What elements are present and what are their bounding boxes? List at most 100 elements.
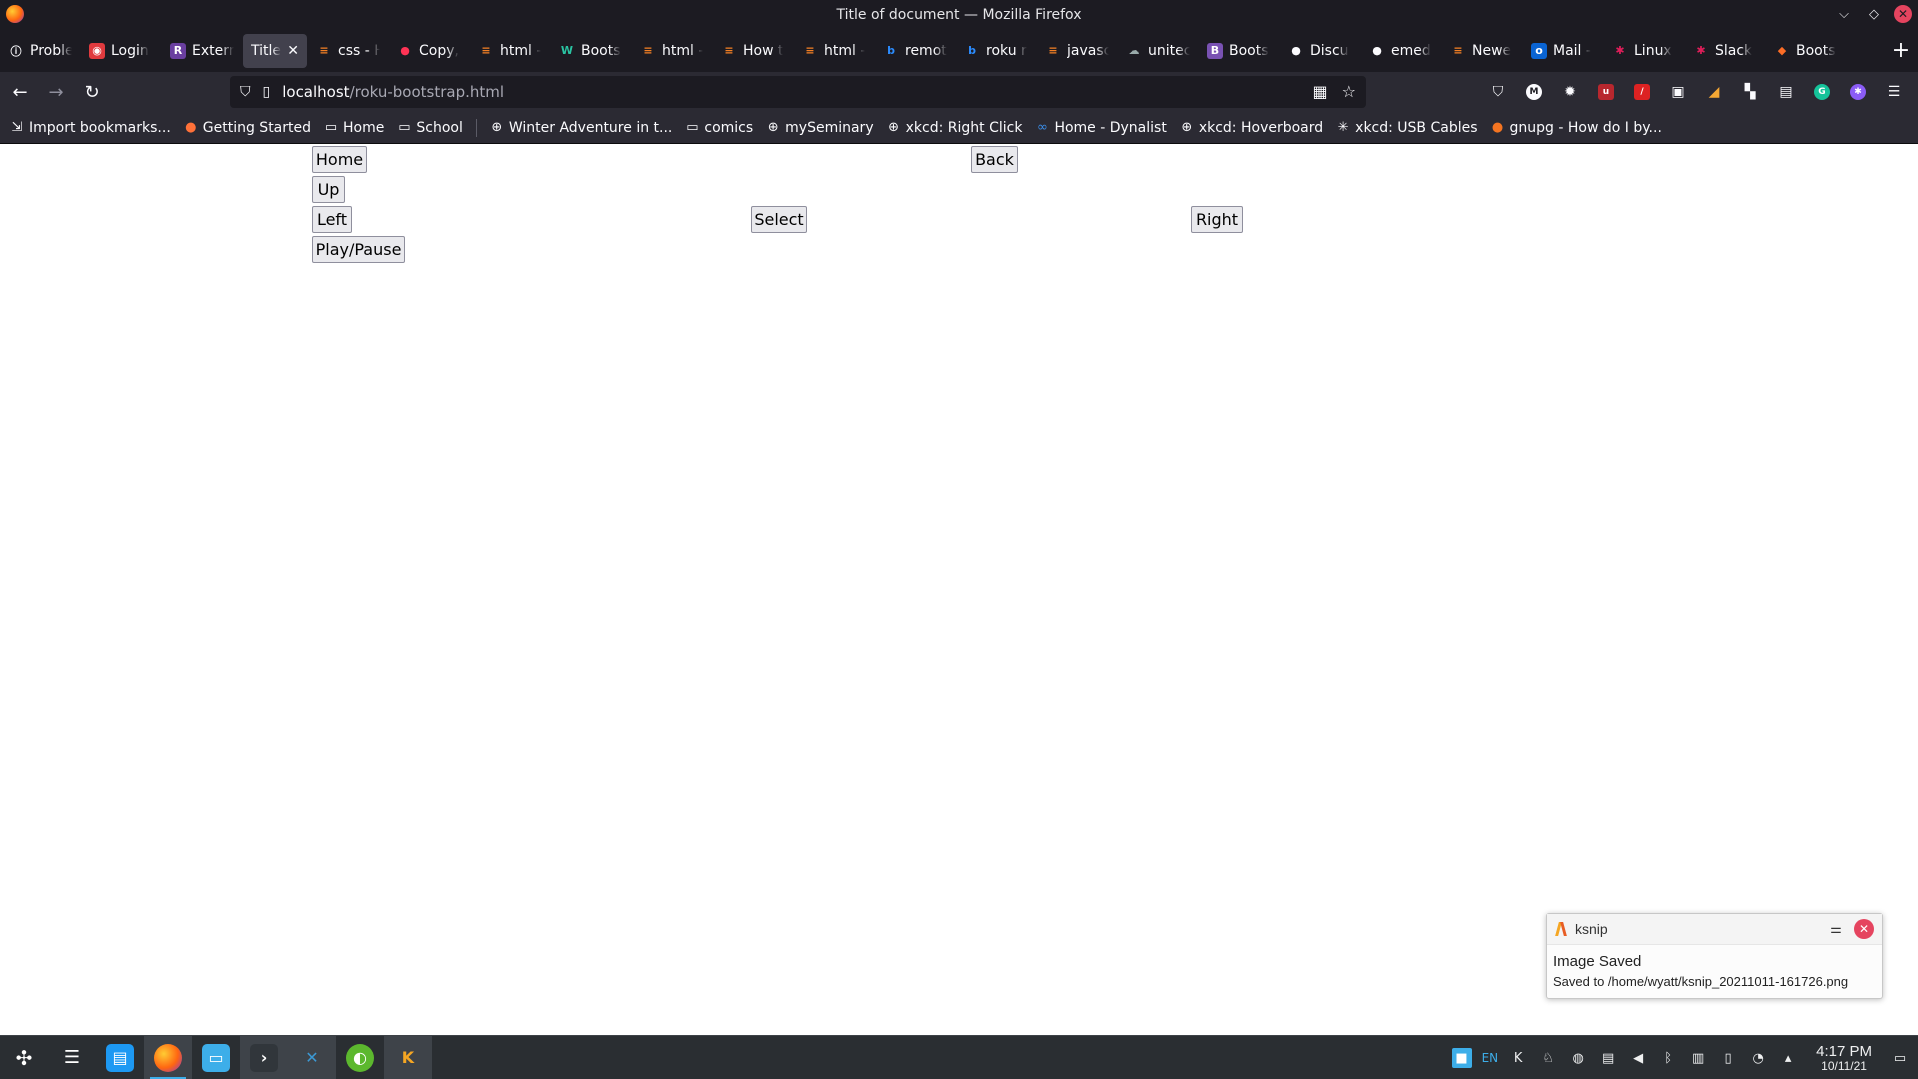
vscode-icon[interactable]: ✕: [288, 1035, 336, 1079]
tab-7[interactable]: W Boots: [551, 34, 631, 68]
tab-1[interactable]: ◉ Login: [81, 34, 161, 68]
tab-14[interactable]: ☁ unitec: [1118, 34, 1198, 68]
url-host[interactable]: localhost: [282, 83, 349, 101]
vpn-tray-icon[interactable]: ◍: [1568, 1048, 1588, 1068]
keyboard-layout-icon[interactable]: ■: [1451, 1048, 1472, 1068]
tab-16[interactable]: ● Discu: [1280, 34, 1360, 68]
grid-icon[interactable]: ▚: [1738, 76, 1762, 108]
tab-2[interactable]: R Extern: [162, 34, 242, 68]
tab-5[interactable]: ● Copy,: [389, 34, 469, 68]
bookmark-star-icon[interactable]: ☆: [1342, 82, 1356, 101]
reload-button[interactable]: ↻: [76, 76, 108, 108]
file-manager-icon[interactable]: ▭: [192, 1036, 240, 1079]
usb-device-icon[interactable]: ▥: [1688, 1048, 1708, 1068]
bookmark-item[interactable]: ● Getting Started: [184, 120, 311, 136]
bookmark-item[interactable]: ⊕ xkcd: Hoverboard: [1180, 120, 1323, 136]
url-path[interactable]: /roku-bootstrap.html: [350, 83, 504, 101]
bookmark-item[interactable]: ▭ comics: [685, 120, 753, 136]
terminal-icon[interactable]: ›: [240, 1035, 288, 1079]
green-app-icon[interactable]: ◐: [336, 1036, 384, 1079]
left-button[interactable]: Left: [312, 206, 352, 233]
tab-label: Extern: [192, 42, 234, 59]
clock[interactable]: 4:17 PM 10/11/21: [1816, 1043, 1872, 1073]
github-icon: ●: [1372, 44, 1382, 57]
info-icon: ⓘ: [10, 44, 22, 58]
tab-12[interactable]: b roku r: [956, 34, 1036, 68]
page-icon[interactable]: ▯: [263, 84, 271, 100]
hex-extension-icon[interactable]: ✱: [1846, 76, 1870, 108]
close-window-button[interactable]: ✕: [1894, 5, 1912, 23]
play-pause-button[interactable]: Play/Pause: [312, 236, 405, 263]
bluetooth-icon[interactable]: ᛒ: [1658, 1048, 1678, 1068]
clipboard-icon[interactable]: ▤: [1598, 1048, 1618, 1068]
battery-icon[interactable]: ▯: [1718, 1048, 1738, 1068]
maximize-button[interactable]: ◇: [1864, 4, 1884, 24]
wifi-icon[interactable]: ◔: [1748, 1048, 1768, 1068]
tray-expand-icon[interactable]: ▴: [1778, 1048, 1798, 1068]
tab-3[interactable]: Title of ✕: [243, 33, 307, 68]
url-actions: ▦ ☆: [1313, 82, 1356, 101]
tab-9[interactable]: ≡ How t: [713, 34, 793, 68]
qr-code-icon[interactable]: ▦: [1313, 82, 1328, 101]
tab-22[interactable]: ◆ Boots: [1766, 34, 1846, 68]
tab-label: unitec: [1148, 42, 1190, 59]
tab-8[interactable]: ≡ html -: [632, 34, 712, 68]
forward-button[interactable]: →: [40, 76, 72, 108]
minimize-button[interactable]: ⌵: [1834, 4, 1854, 24]
bookmark-item[interactable]: ● gnupg - How do I by...: [1491, 120, 1662, 136]
show-desktop-icon[interactable]: ▭: [1890, 1048, 1910, 1068]
tab-13[interactable]: ≡ javasc: [1037, 34, 1117, 68]
volume-muted-icon[interactable]: ◀: [1628, 1048, 1648, 1068]
lastpass-icon[interactable]: /: [1630, 76, 1654, 108]
tab-21[interactable]: ✱ Slack: [1685, 34, 1765, 68]
notifications-tray-icon[interactable]: ♘: [1538, 1048, 1558, 1068]
firefox-taskbar-icon[interactable]: [144, 1035, 192, 1079]
bookmark-item[interactable]: ∞ Home - Dynalist: [1035, 120, 1167, 136]
tab-19[interactable]: o Mail -: [1523, 34, 1603, 68]
tab-6[interactable]: ≡ html -: [470, 34, 550, 68]
right-button[interactable]: Right: [1191, 206, 1243, 233]
tab-17[interactable]: ● emed: [1361, 34, 1441, 68]
puzzle-icon[interactable]: ▤: [1774, 76, 1798, 108]
ksnip-taskbar-icon[interactable]: K: [384, 1035, 432, 1079]
bookmark-item[interactable]: ▭ School: [397, 120, 463, 136]
grammarly-icon[interactable]: G: [1810, 76, 1834, 108]
tab-18[interactable]: ≡ Newe: [1442, 34, 1522, 68]
system-settings-icon[interactable]: ☰: [48, 1036, 96, 1079]
screen-icon[interactable]: ▣: [1666, 76, 1690, 108]
m-extension-icon[interactable]: M: [1522, 76, 1546, 108]
language-indicator[interactable]: EN: [1482, 1051, 1499, 1065]
up-button[interactable]: Up: [312, 176, 345, 203]
back-page-button[interactable]: Back: [971, 146, 1018, 173]
bookmark-item[interactable]: ⊕ mySeminary: [766, 120, 874, 136]
bookmark-item[interactable]: ⊕ Winter Adventure in t...: [490, 120, 672, 136]
tab-0[interactable]: ⓘ Proble: [0, 34, 80, 68]
application-launcher-icon[interactable]: ✣: [0, 1036, 48, 1079]
bookmark-item[interactable]: ▭ Home: [324, 120, 385, 136]
menu-icon[interactable]: ☰: [1882, 76, 1906, 108]
home-button[interactable]: Home: [312, 146, 367, 173]
pocket-icon[interactable]: ⛉: [1486, 76, 1510, 108]
bookmark-item[interactable]: ⊕ xkcd: Right Click: [887, 120, 1022, 136]
back-button[interactable]: ←: [4, 76, 36, 108]
bookmark-item[interactable]: ⇲ Import bookmarks...: [10, 120, 171, 136]
close-notification-icon[interactable]: ✕: [1854, 919, 1874, 939]
tab-15[interactable]: B Boots: [1199, 34, 1279, 68]
tab-10[interactable]: ≡ html -: [794, 34, 874, 68]
discover-store-icon[interactable]: ▤: [96, 1036, 144, 1079]
new-tab-button[interactable]: +: [1884, 34, 1918, 68]
url-bar[interactable]: ⛉ ▯ localhost/roku-bootstrap.html ▦ ☆: [230, 76, 1366, 108]
ublock-icon[interactable]: u: [1594, 76, 1618, 108]
tab-11[interactable]: b remot: [875, 34, 955, 68]
bird-icon[interactable]: ◢: [1702, 76, 1726, 108]
select-button[interactable]: Select: [751, 206, 807, 233]
k-app-tray-icon[interactable]: K: [1508, 1048, 1528, 1068]
tab-20[interactable]: ✱ Linux: [1604, 34, 1684, 68]
tab-4[interactable]: ≡ css - H: [308, 34, 388, 68]
close-tab-icon[interactable]: ✕: [287, 43, 299, 59]
ksnip-notification[interactable]: ksnip ⚌ ✕ Image Saved Saved to /home/wya…: [1546, 913, 1883, 999]
configure-icon[interactable]: ⚌: [1826, 919, 1846, 939]
shield-icon[interactable]: ⛉: [240, 84, 251, 100]
settings-gear-icon[interactable]: ✹: [1558, 76, 1582, 108]
bookmark-item[interactable]: ✳ xkcd: USB Cables: [1336, 120, 1478, 136]
